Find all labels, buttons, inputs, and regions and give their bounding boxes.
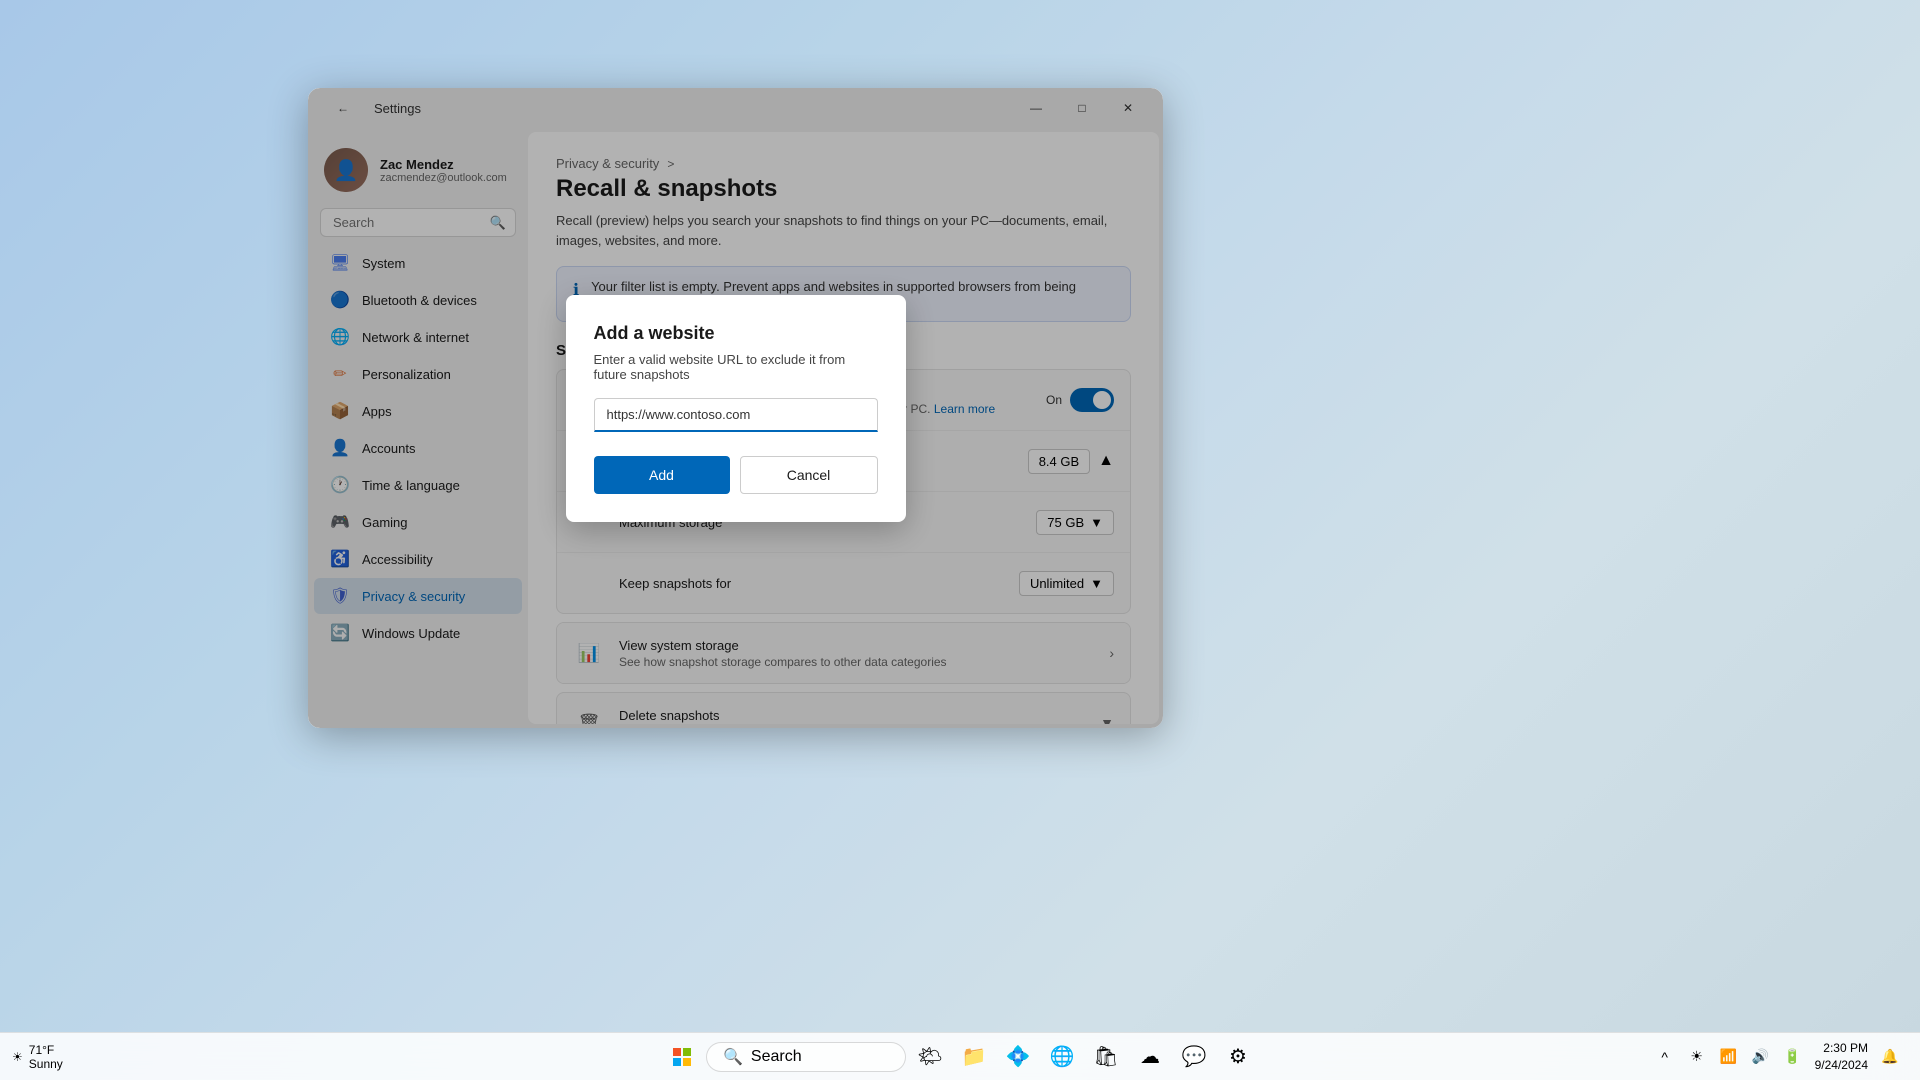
taskbar-search-label: Search bbox=[751, 1048, 802, 1066]
system-tray: ^ ☀ 📶 🔊 🔋 bbox=[1651, 1043, 1807, 1071]
website-url-input[interactable] bbox=[594, 398, 878, 432]
modal-overlay: Add a website Enter a valid website URL … bbox=[308, 128, 1163, 728]
volume-icon[interactable]: 🔊 bbox=[1747, 1043, 1775, 1071]
settings-window: ← Settings — □ ✕ 👤 Zac Mendez zacmendez@… bbox=[308, 88, 1163, 728]
weather-condition: Sunny bbox=[29, 1057, 63, 1071]
teams-button[interactable]: 💬 bbox=[1174, 1037, 1214, 1077]
add-website-modal: Add a website Enter a valid website URL … bbox=[566, 295, 906, 522]
modal-title: Add a website bbox=[594, 323, 878, 344]
tray-overflow-icon[interactable]: ^ bbox=[1651, 1043, 1679, 1071]
weather-icon: ☀ bbox=[12, 1050, 23, 1064]
taskbar: ☀ 71°F Sunny 🔍 Search 🌤 📁 💠 🌐 🛍 ☁ 💬 ⚙ bbox=[0, 1032, 1920, 1080]
weather-temp: 71°F bbox=[29, 1043, 63, 1057]
taskbar-center: 🔍 Search 🌤 📁 💠 🌐 🛍 ☁ 💬 ⚙ bbox=[662, 1037, 1258, 1077]
onedrive-button[interactable]: ☁ bbox=[1130, 1037, 1170, 1077]
taskbar-search-icon: 🔍 bbox=[723, 1047, 743, 1067]
battery-icon[interactable]: 🔋 bbox=[1779, 1043, 1807, 1071]
files-button[interactable]: 📁 bbox=[954, 1037, 994, 1077]
brightness-icon[interactable]: ☀ bbox=[1683, 1043, 1711, 1071]
notification-icon[interactable]: 🔔 bbox=[1876, 1043, 1904, 1071]
clock-time: 2:30 PM bbox=[1815, 1040, 1868, 1057]
cancel-button[interactable]: Cancel bbox=[740, 456, 878, 494]
weather-info: 71°F Sunny bbox=[29, 1043, 63, 1071]
add-website-button[interactable]: Add bbox=[594, 456, 730, 494]
taskbar-search[interactable]: 🔍 Search bbox=[706, 1042, 906, 1072]
modal-description: Enter a valid website URL to exclude it … bbox=[594, 352, 878, 382]
clock[interactable]: 2:30 PM 9/24/2024 bbox=[1815, 1040, 1868, 1074]
network-tray-icon[interactable]: 📶 bbox=[1715, 1043, 1743, 1071]
weather-widget[interactable]: ☀ 71°F Sunny bbox=[0, 1043, 75, 1071]
widgets-button[interactable]: 🌤 bbox=[910, 1037, 950, 1077]
clock-date: 9/24/2024 bbox=[1815, 1057, 1868, 1074]
browser-button[interactable]: 🌐 bbox=[1042, 1037, 1082, 1077]
copilot-button[interactable]: 💠 bbox=[998, 1037, 1038, 1077]
taskbar-right: ^ ☀ 📶 🔊 🔋 2:30 PM 9/24/2024 🔔 bbox=[1651, 1040, 1904, 1074]
settings-taskbar-button[interactable]: ⚙ bbox=[1218, 1037, 1258, 1077]
store-button[interactable]: 🛍 bbox=[1086, 1037, 1126, 1077]
modal-buttons: Add Cancel bbox=[594, 456, 878, 494]
settings-body: 👤 Zac Mendez zacmendez@outlook.com 🔍 🖥 S… bbox=[308, 128, 1163, 728]
start-button[interactable] bbox=[662, 1037, 702, 1077]
